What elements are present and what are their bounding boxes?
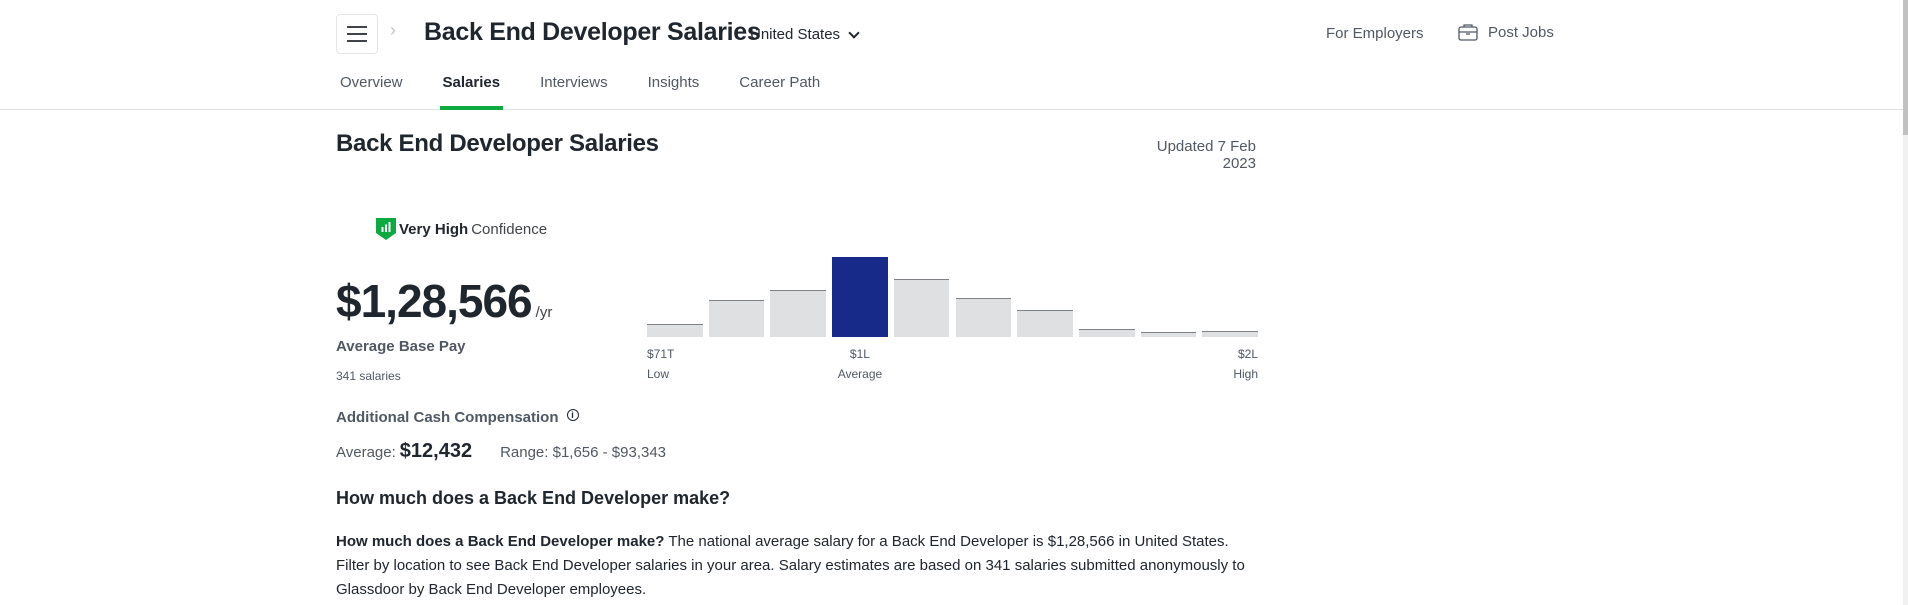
scrollbar-thumb[interactable] — [1903, 0, 1908, 135]
menu-icon-line — [347, 40, 367, 42]
menu-icon-line — [347, 26, 367, 28]
tab-interviews[interactable]: Interviews — [540, 70, 608, 110]
post-jobs-label: Post Jobs — [1488, 23, 1554, 41]
tick-high-label: High — [1233, 367, 1258, 381]
tab-bar: Overview Salaries Interviews Insights Ca… — [340, 70, 860, 110]
tick-high-value: $2L — [1237, 347, 1258, 361]
confidence-shield-icon — [376, 218, 396, 240]
histogram-bar — [770, 290, 827, 337]
faq-lead: How much does a Back End Developer make? — [336, 533, 665, 550]
histogram-bar — [1017, 310, 1073, 337]
post-jobs-link[interactable]: Post Jobs — [1458, 23, 1554, 41]
histogram-bar — [1078, 329, 1135, 337]
histogram-bar — [955, 298, 1012, 337]
info-icon[interactable]: i — [566, 408, 579, 421]
top-header: › Back End Developer Salaries United Sta… — [0, 0, 1906, 110]
histogram-bar — [1202, 331, 1258, 337]
pay-unit: /yr — [535, 304, 553, 321]
page-title: Back End Developer Salaries — [424, 18, 761, 46]
tab-overview[interactable]: Overview — [340, 70, 403, 110]
bars-area — [647, 250, 1258, 337]
location-label: United States — [750, 26, 841, 43]
histogram-bar — [708, 300, 765, 337]
salary-distribution-chart: $71T Low $1L Average $2L High — [647, 250, 1258, 386]
chevron-down-icon — [848, 26, 860, 39]
histogram-bar — [893, 279, 950, 337]
additional-comp-title: Additional Cash Compensation i — [336, 408, 579, 426]
confidence-indicator: Very High Confidence — [376, 218, 547, 240]
confidence-suffix: Confidence — [471, 220, 548, 238]
additional-range: Range: $1,656 - $93,343 — [500, 444, 667, 461]
updated-date: Updated 7 Feb 2023 — [1156, 138, 1256, 172]
histogram-bar-average — [832, 257, 888, 337]
briefcase-icon — [1458, 24, 1478, 41]
tick-average-label: Average — [837, 367, 883, 381]
section-title: Back End Developer Salaries — [336, 130, 659, 157]
tick-low-value: $71T — [647, 347, 675, 361]
tab-insights[interactable]: Insights — [648, 70, 700, 110]
tab-career-path[interactable]: Career Path — [739, 70, 820, 110]
additional-average-label: Average: — [336, 444, 396, 461]
location-dropdown[interactable]: United States — [750, 26, 860, 43]
menu-button[interactable] — [336, 14, 378, 54]
tab-salaries[interactable]: Salaries — [439, 70, 503, 110]
menu-icon-line — [347, 33, 367, 35]
for-employers-link[interactable]: For Employers — [1326, 25, 1424, 42]
histogram-bar — [1140, 332, 1197, 337]
salary-count: 341 salaries — [336, 369, 401, 383]
additional-comp-row: Average: $12,432 Range: $1,656 - $93,343 — [336, 440, 666, 463]
tick-average-value: $1L — [849, 347, 870, 361]
histogram-bar — [647, 324, 703, 337]
confidence-level: Very High — [399, 220, 469, 238]
chevron-right-icon: › — [390, 20, 396, 40]
average-pay: $1,28,566 /yr — [336, 274, 552, 328]
faq-title: How much does a Back End Developer make? — [336, 488, 731, 508]
pay-label: Average Base Pay — [336, 338, 466, 355]
tick-low-label: Low — [647, 367, 670, 381]
faq-body: How much does a Back End Developer make?… — [336, 530, 1266, 602]
pay-amount: $1,28,566 — [336, 275, 533, 327]
additional-comp-label: Additional Cash Compensation — [336, 409, 559, 426]
additional-average-value: $12,432 — [399, 440, 473, 462]
